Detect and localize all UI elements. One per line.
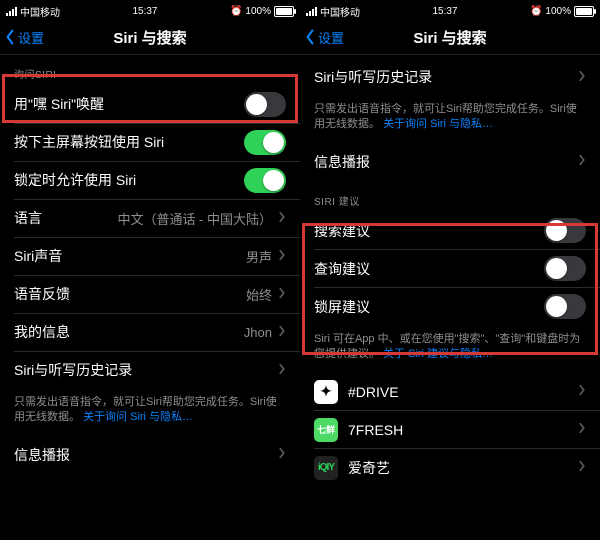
row-label: 用"嘿 Siri"唤醒 bbox=[14, 94, 244, 114]
row-label: 信息播报 bbox=[314, 152, 578, 172]
back-label: 设置 bbox=[318, 28, 344, 47]
toggle-hey-siri[interactable] bbox=[244, 92, 286, 117]
row-language[interactable]: 语言 中文（普通话 - 中国大陆） bbox=[0, 199, 300, 237]
nav-bar: 设置 Siri 与搜索 bbox=[0, 20, 300, 55]
app-row-drive[interactable]: ✦ #DRIVE bbox=[300, 373, 600, 411]
chevron-right-icon bbox=[278, 325, 286, 340]
row-label: 我的信息 bbox=[14, 322, 244, 342]
toggle-suggest-lock[interactable] bbox=[544, 294, 586, 319]
row-suggest-search[interactable]: 搜索建议 bbox=[300, 212, 600, 250]
row-locked-siri[interactable]: 锁定时允许使用 Siri bbox=[0, 161, 300, 199]
back-button[interactable]: 设置 bbox=[304, 20, 344, 54]
footer-suggest: Siri 可在App 中、或在您使用"搜索"、"查询"和键盘时为您提供建议。 关… bbox=[300, 326, 600, 373]
row-label: 锁定时允许使用 Siri bbox=[14, 170, 244, 190]
section-header-ask-siri: 询问SIRI bbox=[0, 54, 300, 85]
chevron-right-icon bbox=[278, 447, 286, 462]
row-label: 信息播报 bbox=[14, 445, 278, 465]
back-button[interactable]: 设置 bbox=[4, 20, 44, 54]
chevron-right-icon bbox=[578, 384, 586, 399]
toggle-suggest-search[interactable] bbox=[544, 218, 586, 243]
chevron-right-icon bbox=[278, 363, 286, 378]
signal-icon bbox=[306, 7, 317, 16]
chevron-right-icon bbox=[278, 287, 286, 302]
clock: 15:37 bbox=[432, 6, 457, 17]
status-bar: 中国移动 15:37 ⏰ 100% bbox=[300, 0, 600, 20]
toggle-home-button-siri[interactable] bbox=[244, 130, 286, 155]
chevron-left-icon bbox=[304, 29, 316, 45]
row-hey-siri[interactable]: 用"嘿 Siri"唤醒 bbox=[0, 85, 300, 123]
row-home-button-siri[interactable]: 按下主屏幕按钮使用 Siri bbox=[0, 123, 300, 161]
row-label: Siri与听写历史记录 bbox=[314, 67, 578, 87]
row-voice[interactable]: Siri声音 男声 bbox=[0, 237, 300, 275]
row-suggest-lookup[interactable]: 查询建议 bbox=[300, 250, 600, 288]
app-label: 7FRESH bbox=[348, 422, 578, 438]
row-value: 男声 bbox=[246, 247, 272, 266]
battery-icon bbox=[274, 6, 294, 17]
row-label: 锁屏建议 bbox=[314, 297, 544, 317]
carrier-label: 中国移动 bbox=[20, 4, 60, 19]
privacy-ask-siri-link[interactable]: 关于询问 Siri 与隐私… bbox=[383, 118, 493, 130]
chevron-right-icon bbox=[278, 249, 286, 264]
row-value: Jhon bbox=[244, 325, 272, 340]
battery-pct: 100% bbox=[245, 6, 271, 17]
battery-icon bbox=[574, 6, 594, 17]
app-label: 爱奇艺 bbox=[348, 458, 578, 478]
chevron-left-icon bbox=[4, 29, 16, 45]
row-history[interactable]: Siri与听写历史记录 bbox=[0, 351, 300, 389]
row-label: Siri声音 bbox=[14, 246, 246, 266]
chevron-right-icon bbox=[578, 70, 586, 85]
row-value: 中文（普通话 - 中国大陆） bbox=[117, 209, 272, 228]
footer-ask-siri: 只需发出语音指令，就可让Siri帮助您完成任务。Siri使用无线数据。 关于询问… bbox=[0, 389, 300, 436]
privacy-ask-siri-link[interactable]: 关于询问 Siri 与隐私… bbox=[83, 411, 193, 423]
row-label: 搜索建议 bbox=[314, 221, 544, 241]
row-label: 语言 bbox=[14, 208, 117, 228]
app-label: #DRIVE bbox=[348, 384, 578, 400]
row-value: 始终 bbox=[246, 285, 272, 304]
row-announce[interactable]: 信息播报 bbox=[300, 143, 600, 181]
battery-pct: 100% bbox=[545, 6, 571, 17]
row-announce[interactable]: 信息播报 bbox=[0, 436, 300, 474]
chevron-right-icon bbox=[278, 211, 286, 226]
back-label: 设置 bbox=[18, 28, 44, 47]
alarm-icon: ⏰ bbox=[530, 6, 542, 17]
nav-bar: 设置 Siri 与搜索 bbox=[300, 20, 600, 55]
carrier-label: 中国移动 bbox=[320, 4, 360, 19]
status-bar: 中国移动 15:37 ⏰ 100% bbox=[0, 0, 300, 20]
page-title: Siri 与搜索 bbox=[413, 27, 486, 48]
row-history[interactable]: Siri与听写历史记录 bbox=[300, 58, 600, 96]
page-title: Siri 与搜索 bbox=[113, 27, 186, 48]
app-icon-drive: ✦ bbox=[314, 380, 338, 404]
chevron-right-icon bbox=[578, 422, 586, 437]
chevron-right-icon bbox=[578, 154, 586, 169]
row-label: 查询建议 bbox=[314, 259, 544, 279]
row-my-info[interactable]: 我的信息 Jhon bbox=[0, 313, 300, 351]
row-label: Siri与听写历史记录 bbox=[14, 360, 278, 380]
alarm-icon: ⏰ bbox=[230, 6, 242, 17]
chevron-right-icon bbox=[578, 460, 586, 475]
row-label: 语音反馈 bbox=[14, 284, 246, 304]
row-label: 按下主屏幕按钮使用 Siri bbox=[14, 132, 244, 152]
footer-ask-siri: 只需发出语音指令，就可让Siri帮助您完成任务。Siri使用无线数据。 关于询问… bbox=[300, 96, 600, 143]
app-icon-7fresh: 七鲜 bbox=[314, 418, 338, 442]
privacy-suggest-link[interactable]: 关于 Siri 建议与隐私… bbox=[383, 348, 493, 360]
toggle-locked-siri[interactable] bbox=[244, 168, 286, 193]
app-row-iqiyi[interactable]: iQIY 爱奇艺 bbox=[300, 449, 600, 487]
row-feedback[interactable]: 语音反馈 始终 bbox=[0, 275, 300, 313]
app-row-7fresh[interactable]: 七鲜 7FRESH bbox=[300, 411, 600, 449]
toggle-suggest-lookup[interactable] bbox=[544, 256, 586, 281]
left-screenshot: 中国移动 15:37 ⏰ 100% 设置 Siri 与搜索 询问SIRI 用"嘿… bbox=[0, 0, 300, 540]
section-header-suggest: SIRI 建议 bbox=[300, 181, 600, 212]
clock: 15:37 bbox=[132, 6, 157, 17]
app-icon-iqiyi: iQIY bbox=[314, 456, 338, 480]
right-screenshot: 中国移动 15:37 ⏰ 100% 设置 Siri 与搜索 Siri与听写历史记… bbox=[300, 0, 600, 540]
signal-icon bbox=[6, 7, 17, 16]
row-suggest-lock[interactable]: 锁屏建议 bbox=[300, 288, 600, 326]
